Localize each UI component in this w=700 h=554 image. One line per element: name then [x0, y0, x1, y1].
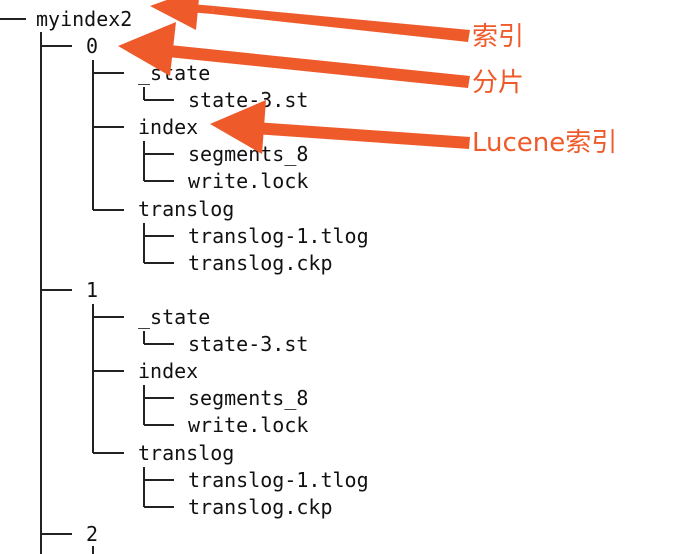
lucene-annotation-label: Lucene索引	[472, 128, 618, 158]
lucene-annotation-arrow	[210, 100, 470, 154]
annotation-arrows	[118, 0, 470, 154]
index-annotation-label: 索引	[472, 22, 525, 52]
shard-annotation-label: 分片	[472, 68, 525, 98]
index-annotation-arrow	[150, 0, 470, 42]
